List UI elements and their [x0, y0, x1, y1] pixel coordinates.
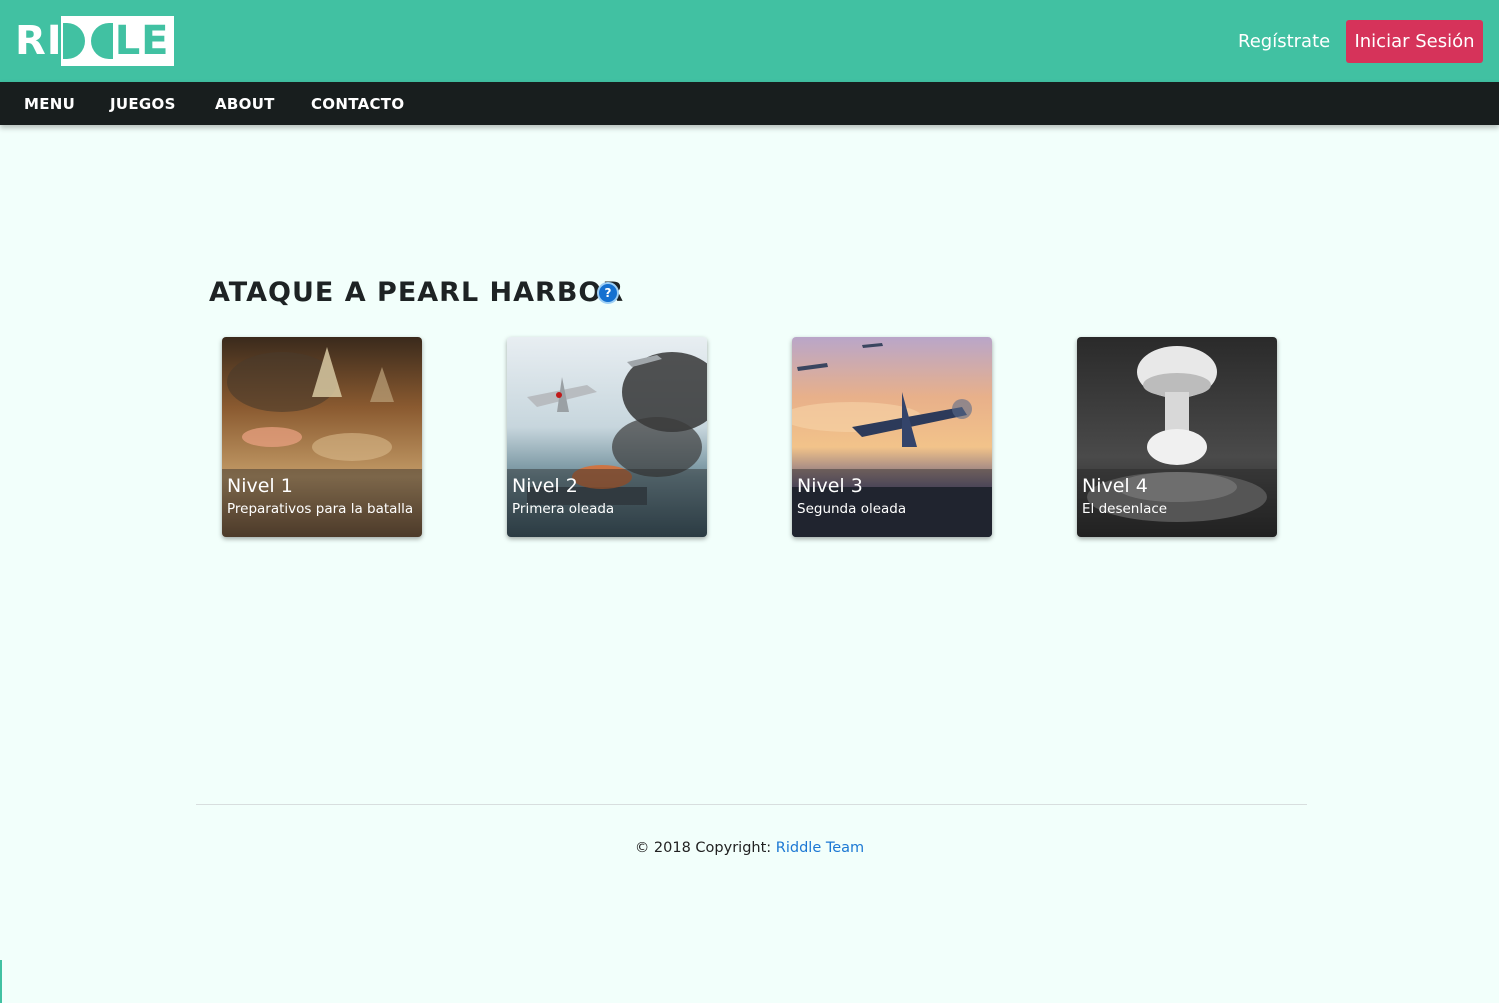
logo-mark: LE — [60, 16, 174, 66]
level-card-1[interactable]: Nivel 1 Preparativos para la batalla — [222, 337, 422, 537]
logo-d-shape — [62, 23, 85, 59]
card-title: Nivel 1 — [227, 475, 293, 497]
card-title: Nivel 3 — [797, 475, 863, 497]
level-card-3[interactable]: Nivel 3 Segunda oleada — [792, 337, 992, 537]
nav-item-menu[interactable]: MENU — [24, 95, 75, 113]
card-caption: Nivel 4 El desenlace — [1077, 469, 1277, 537]
card-subtitle: Primera oleada — [512, 501, 615, 517]
card-subtitle: Preparativos para la batalla — [227, 501, 414, 517]
main-navbar: MENU JUEGOS ABOUT CONTACTO — [0, 82, 1499, 125]
copyright-text: © 2018 Copyright: — [634, 840, 776, 856]
footer-divider — [196, 804, 1307, 805]
level-card-2[interactable]: Nivel 2 Primera oleada — [507, 337, 707, 537]
card-subtitle: Segunda oleada — [797, 501, 907, 517]
team-link[interactable]: Riddle Team — [776, 840, 864, 856]
nav-item-juegos[interactable]: JUEGOS — [110, 95, 176, 113]
card-title: Nivel 4 — [1082, 475, 1148, 497]
card-subtitle: El desenlace — [1082, 501, 1168, 517]
left-edge-accent — [0, 960, 2, 1003]
question-circle-icon[interactable]: ? — [597, 282, 619, 304]
footer: © 2018 Copyright: Riddle Team — [0, 840, 1499, 856]
riddle-logo[interactable]: RI LE — [15, 16, 174, 66]
site-header: RI LE Regístrate Iniciar Sesión — [0, 0, 1499, 82]
logo-d-shape-mirrored — [90, 23, 113, 59]
card-title: Nivel 2 — [512, 475, 578, 497]
level-card-4[interactable]: Nivel 4 El desenlace — [1077, 337, 1277, 537]
card-caption: Nivel 1 Preparativos para la batalla — [222, 469, 422, 537]
nav-item-contacto[interactable]: CONTACTO — [311, 95, 404, 113]
logo-text-right: LE — [114, 18, 170, 64]
nav-item-about[interactable]: ABOUT — [215, 95, 275, 113]
page-title: ATAQUE A PEARL HARBOR — [209, 277, 625, 308]
login-button[interactable]: Iniciar Sesión — [1346, 20, 1483, 63]
card-caption: Nivel 3 Segunda oleada — [792, 469, 992, 537]
logo-text-left: RI — [15, 18, 63, 64]
card-caption: Nivel 2 Primera oleada — [507, 469, 707, 537]
register-link[interactable]: Regístrate — [1238, 31, 1330, 52]
